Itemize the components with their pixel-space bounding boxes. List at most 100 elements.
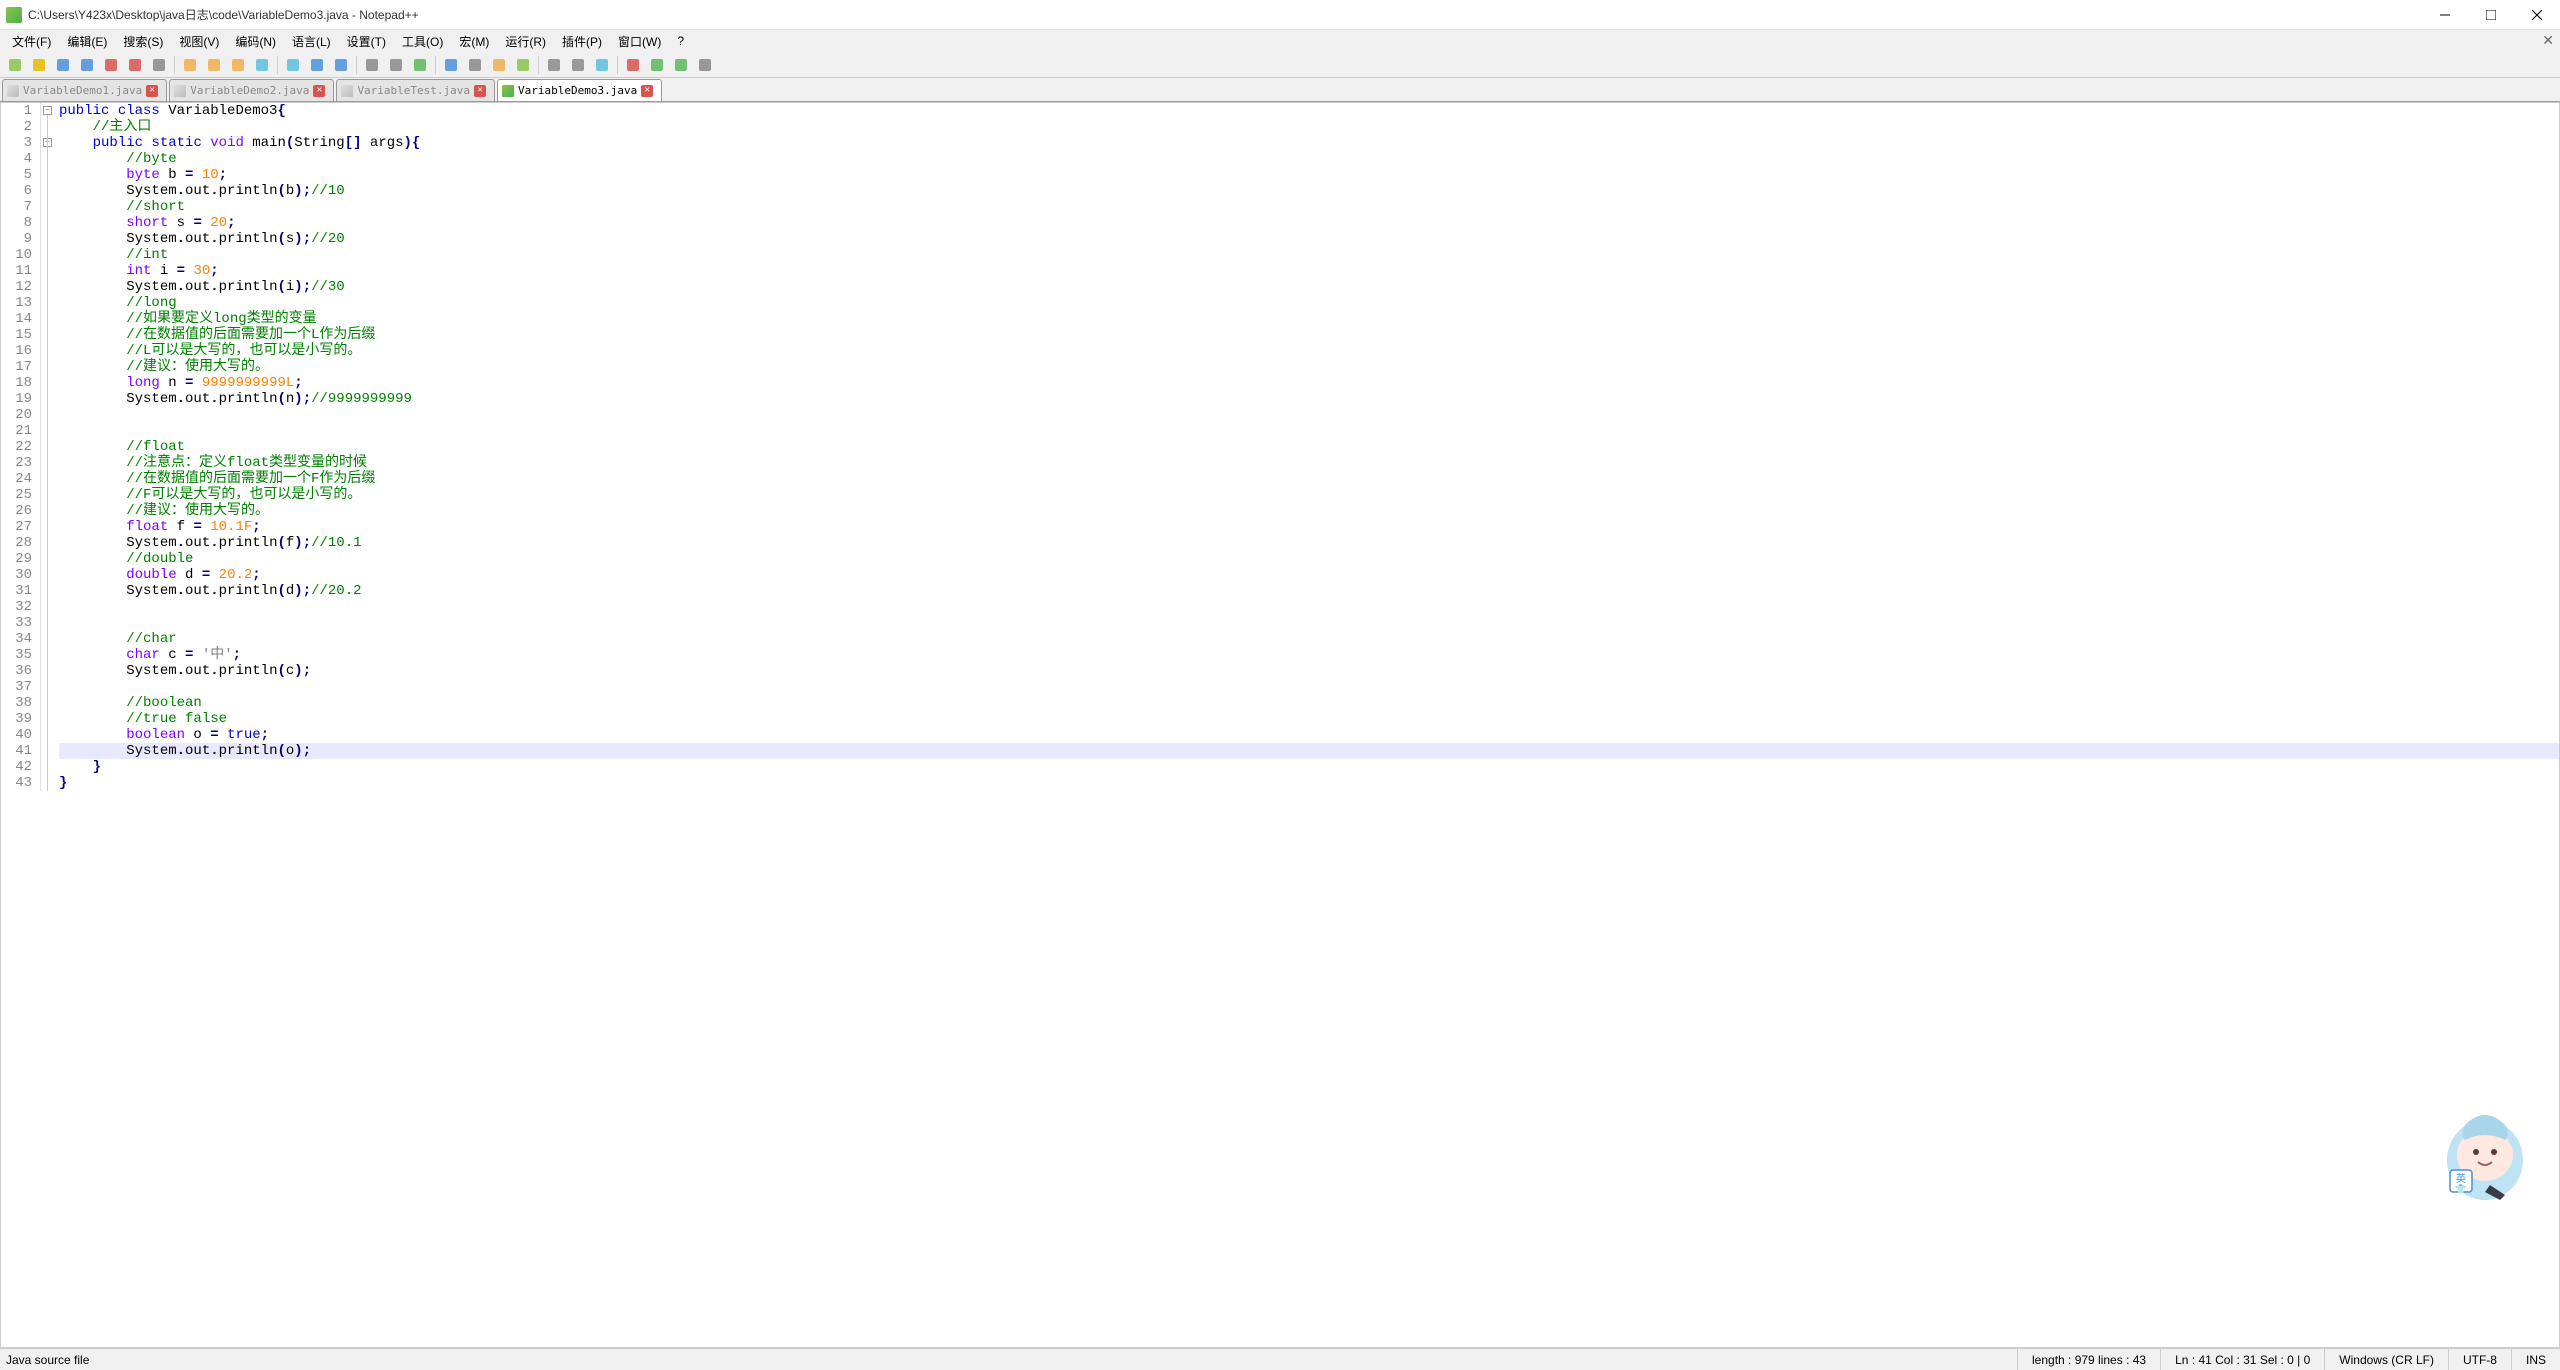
folding-icon[interactable] bbox=[512, 54, 534, 76]
menu-item-8[interactable]: 宏(M) bbox=[451, 31, 497, 52]
tab-0[interactable]: VariableDemo1.java✕ bbox=[2, 79, 167, 101]
code-line[interactable]: System.out.println(s);//20 bbox=[59, 231, 2559, 247]
tab-close-icon[interactable]: ✕ bbox=[146, 85, 158, 97]
code-line[interactable]: } bbox=[59, 775, 2559, 791]
status-encoding[interactable]: UTF-8 bbox=[2448, 1349, 2511, 1370]
code-line[interactable]: //byte bbox=[59, 151, 2559, 167]
menu-item-3[interactable]: 视图(V) bbox=[171, 31, 227, 52]
comment-icon[interactable] bbox=[543, 54, 565, 76]
tab-3[interactable]: VariableDemo3.java✕ bbox=[497, 79, 662, 101]
code-line[interactable]: //int bbox=[59, 247, 2559, 263]
record-icon[interactable] bbox=[622, 54, 644, 76]
menu-item-7[interactable]: 工具(O) bbox=[394, 31, 451, 52]
menu-item-4[interactable]: 编码(N) bbox=[227, 31, 284, 52]
paste-icon[interactable] bbox=[227, 54, 249, 76]
menu-item-2[interactable]: 搜索(S) bbox=[115, 31, 171, 52]
uncomment-icon[interactable] bbox=[567, 54, 589, 76]
code-line[interactable]: //主入口 bbox=[59, 119, 2559, 135]
code-line[interactable]: public static void main(String[] args){ bbox=[59, 135, 2559, 151]
code-line[interactable]: //char bbox=[59, 631, 2559, 647]
cut-icon[interactable] bbox=[179, 54, 201, 76]
code-line[interactable]: //建议：使用大写的。 bbox=[59, 503, 2559, 519]
saveall-icon[interactable] bbox=[76, 54, 98, 76]
code-line[interactable]: System.out.println(f);//10.1 bbox=[59, 535, 2559, 551]
code-line[interactable]: System.out.println(n);//9999999999 bbox=[59, 391, 2559, 407]
sync-icon[interactable] bbox=[409, 54, 431, 76]
code-line[interactable]: //double bbox=[59, 551, 2559, 567]
redo-icon[interactable] bbox=[282, 54, 304, 76]
menu-item-1[interactable]: 编辑(E) bbox=[59, 31, 115, 52]
tab-close-icon[interactable]: ✕ bbox=[313, 85, 325, 97]
code-line[interactable]: //float bbox=[59, 439, 2559, 455]
code-line[interactable]: float f = 10.1F; bbox=[59, 519, 2559, 535]
stop-icon[interactable] bbox=[694, 54, 716, 76]
code-line[interactable]: double d = 20.2; bbox=[59, 567, 2559, 583]
code-line[interactable] bbox=[59, 423, 2559, 439]
editor[interactable]: 1234567891011121314151617181920212223242… bbox=[0, 102, 2560, 1348]
replace-icon[interactable] bbox=[330, 54, 352, 76]
code-line[interactable]: //在数据值的后面需要加一个F作为后缀 bbox=[59, 471, 2559, 487]
menu-item-11[interactable]: 窗口(W) bbox=[610, 31, 669, 52]
showall-icon[interactable] bbox=[464, 54, 486, 76]
code-line[interactable] bbox=[59, 599, 2559, 615]
code-line[interactable]: short s = 20; bbox=[59, 215, 2559, 231]
status-eol[interactable]: Windows (CR LF) bbox=[2324, 1349, 2448, 1370]
menu-item-0[interactable]: 文件(F) bbox=[4, 31, 59, 52]
code-line[interactable] bbox=[59, 615, 2559, 631]
code-line[interactable]: boolean o = true; bbox=[59, 727, 2559, 743]
tab-close-icon[interactable]: ✕ bbox=[474, 85, 486, 97]
code-line[interactable]: //true false bbox=[59, 711, 2559, 727]
close-button[interactable] bbox=[2514, 0, 2560, 30]
code-line[interactable]: public class VariableDemo3{ bbox=[59, 103, 2559, 119]
wordwrap-icon[interactable] bbox=[440, 54, 462, 76]
menu-item-12[interactable]: ? bbox=[669, 32, 692, 50]
fold-toggle-icon[interactable]: − bbox=[43, 106, 52, 115]
maximize-button[interactable] bbox=[2468, 0, 2514, 30]
tab-2[interactable]: VariableTest.java✕ bbox=[336, 79, 495, 101]
code-line[interactable]: System.out.println(d);//20.2 bbox=[59, 583, 2559, 599]
save-icon[interactable] bbox=[52, 54, 74, 76]
code-line[interactable]: long n = 9999999999L; bbox=[59, 375, 2559, 391]
tab-1[interactable]: VariableDemo2.java✕ bbox=[169, 79, 334, 101]
find-icon[interactable] bbox=[306, 54, 328, 76]
close-icon[interactable] bbox=[100, 54, 122, 76]
code-line[interactable] bbox=[59, 407, 2559, 423]
code-line[interactable]: System.out.println(b);//10 bbox=[59, 183, 2559, 199]
code-line[interactable]: System.out.println(o); bbox=[59, 743, 2559, 759]
code-line[interactable]: byte b = 10; bbox=[59, 167, 2559, 183]
code-line[interactable]: } bbox=[59, 759, 2559, 775]
zoomout-icon[interactable] bbox=[385, 54, 407, 76]
code-line[interactable]: //F可以是大写的，也可以是小写的。 bbox=[59, 487, 2559, 503]
code-line[interactable]: //如果要定义long类型的变量 bbox=[59, 311, 2559, 327]
code-line[interactable]: //boolean bbox=[59, 695, 2559, 711]
code-line[interactable]: System.out.println(c); bbox=[59, 663, 2559, 679]
open-icon[interactable] bbox=[28, 54, 50, 76]
code-line[interactable]: //short bbox=[59, 199, 2559, 215]
menu-item-6[interactable]: 设置(T) bbox=[339, 31, 394, 52]
undo-icon[interactable] bbox=[251, 54, 273, 76]
code-line[interactable]: //建议：使用大写的。 bbox=[59, 359, 2559, 375]
menu-item-10[interactable]: 插件(P) bbox=[554, 31, 610, 52]
print-icon[interactable] bbox=[148, 54, 170, 76]
tab-close-icon[interactable]: ✕ bbox=[641, 85, 653, 97]
code-line[interactable]: //L可以是大写的，也可以是小写的。 bbox=[59, 343, 2559, 359]
zoomin-icon[interactable] bbox=[361, 54, 383, 76]
indent-icon[interactable] bbox=[488, 54, 510, 76]
playall-icon[interactable] bbox=[670, 54, 692, 76]
code-line[interactable]: System.out.println(i);//30 bbox=[59, 279, 2559, 295]
code-line[interactable] bbox=[59, 679, 2559, 695]
status-mode[interactable]: INS bbox=[2511, 1349, 2560, 1370]
copy-icon[interactable] bbox=[203, 54, 225, 76]
new-icon[interactable] bbox=[4, 54, 26, 76]
code-line[interactable]: //在数据值的后面需要加一个L作为后缀 bbox=[59, 327, 2559, 343]
play-icon[interactable] bbox=[646, 54, 668, 76]
code-line[interactable]: //long bbox=[59, 295, 2559, 311]
code-area[interactable]: public class VariableDemo3{ //主入口 public… bbox=[55, 103, 2559, 791]
menu-item-5[interactable]: 语言(L) bbox=[284, 31, 339, 52]
code-line[interactable]: char c = '中'; bbox=[59, 647, 2559, 663]
function-icon[interactable] bbox=[591, 54, 613, 76]
minimize-button[interactable] bbox=[2422, 0, 2468, 30]
menu-item-9[interactable]: 运行(R) bbox=[497, 31, 554, 52]
menubar-close-icon[interactable]: ✕ bbox=[2542, 32, 2554, 49]
code-line[interactable]: int i = 30; bbox=[59, 263, 2559, 279]
